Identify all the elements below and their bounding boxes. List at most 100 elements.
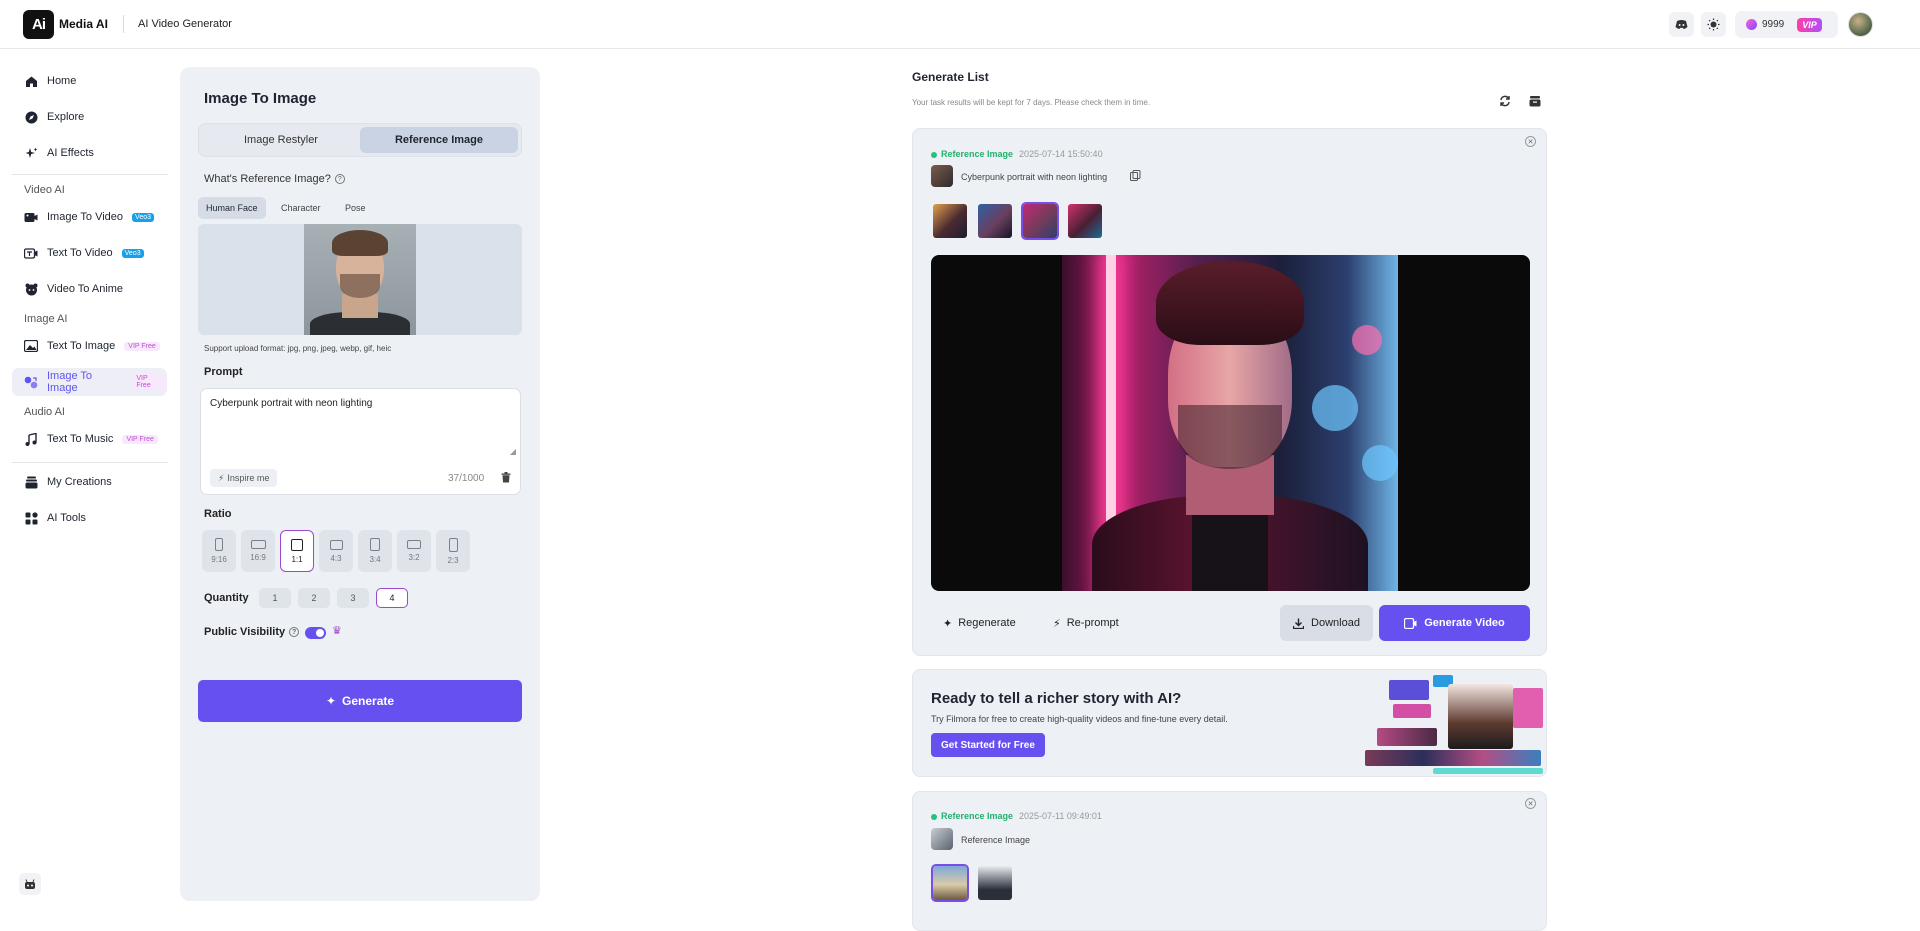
prompt-field[interactable]: Cyberpunk portrait with neon lighting ◢ … xyxy=(200,388,521,495)
robot-icon xyxy=(25,878,35,889)
reference-thumbnail[interactable] xyxy=(931,828,953,850)
promo-text: Try Filmora for free to create high-qual… xyxy=(931,714,1228,724)
result-image-preview[interactable] xyxy=(931,255,1530,591)
theme-toggle-button[interactable] xyxy=(1701,12,1726,37)
mode-image-restyler[interactable]: Image Restyler xyxy=(202,127,360,153)
vip-free-badge: VIP Free xyxy=(124,341,160,351)
tab-human-face[interactable]: Human Face xyxy=(198,197,266,219)
upload-format-hint: Support upload format: jpg, png, jpeg, w… xyxy=(204,344,392,353)
ratio-label-text: 4:3 xyxy=(330,553,342,563)
get-started-button[interactable]: Get Started for Free xyxy=(931,733,1045,757)
ratio-3-2[interactable]: 3:2 xyxy=(397,530,431,572)
anime-face-icon xyxy=(24,282,38,296)
sidebar-item-explore[interactable]: Explore xyxy=(12,103,167,131)
sidebar-item-label: Text To Music xyxy=(47,433,114,445)
quantity-3[interactable]: 3 xyxy=(337,588,369,608)
panel-title: Image To Image xyxy=(204,90,317,107)
header-divider xyxy=(123,15,124,33)
sidebar-item-video-to-anime[interactable]: Video To Anime xyxy=(12,275,167,303)
generate-video-button[interactable]: Generate Video xyxy=(1379,605,1530,641)
result-variant-3[interactable] xyxy=(1021,202,1059,240)
regenerate-button[interactable]: ✦ Regenerate xyxy=(931,605,1028,641)
result-variant-4[interactable] xyxy=(1066,202,1104,240)
sidebar-item-image-to-image[interactable]: Image To Image VIP Free xyxy=(12,368,167,396)
quantity-label: Quantity xyxy=(204,592,249,604)
retention-notice: Your task results will be kept for 7 day… xyxy=(912,98,1151,107)
sidebar-item-text-to-music[interactable]: Text To Music VIP Free xyxy=(12,425,167,453)
ratio-shape-icon xyxy=(370,538,380,551)
tab-pose[interactable]: Pose xyxy=(337,197,374,219)
sidebar-item-ai-tools[interactable]: AI Tools xyxy=(12,504,167,532)
sidebar-item-my-creations[interactable]: My Creations xyxy=(12,468,167,496)
ratio-4-3[interactable]: 4:3 xyxy=(319,530,353,572)
ratio-shape-icon xyxy=(407,540,421,549)
sidebar: Home Explore AI Effects Video AI Image T… xyxy=(0,50,180,919)
music-note-icon xyxy=(24,432,38,446)
refresh-icon xyxy=(1500,95,1510,107)
vip-free-badge: VIP Free xyxy=(122,434,158,444)
generate-button[interactable]: ✦ Generate xyxy=(198,680,522,722)
reference-thumbnail[interactable] xyxy=(931,165,953,187)
section-video-ai: Video AI xyxy=(24,184,65,196)
close-task-button[interactable]: ✕ xyxy=(1525,136,1536,147)
assistant-button[interactable] xyxy=(19,873,41,895)
visibility-toggle[interactable] xyxy=(305,627,326,639)
sidebar-item-ai-effects[interactable]: AI Effects xyxy=(12,139,167,167)
resize-handle-icon[interactable]: ◢ xyxy=(510,447,516,456)
refresh-button[interactable] xyxy=(1499,95,1511,110)
status-dot xyxy=(931,813,937,820)
copy-prompt-button[interactable] xyxy=(1130,170,1141,184)
result-variant-2[interactable] xyxy=(976,864,1014,902)
close-task-button[interactable]: ✕ xyxy=(1525,798,1536,809)
history-button[interactable] xyxy=(1529,95,1541,110)
char-counter: 37/1000 xyxy=(448,473,485,484)
ratio-1-1[interactable]: 1:1 xyxy=(280,530,314,572)
sidebar-item-image-to-video[interactable]: Image To Video Veo3 xyxy=(12,203,167,231)
upload-area[interactable] xyxy=(198,224,522,335)
sidebar-item-text-to-video[interactable]: Text To Video Veo3 xyxy=(12,239,167,267)
result-variant-2[interactable] xyxy=(976,202,1014,240)
section-audio-ai: Audio AI xyxy=(24,406,65,418)
page-title: AI Video Generator xyxy=(138,18,232,30)
inspire-me-button[interactable]: ⚡ Inspire me xyxy=(210,469,278,487)
quantity-4[interactable]: 4 xyxy=(376,588,408,608)
help-icon[interactable]: ? xyxy=(289,627,300,638)
task-type-label: Reference Image xyxy=(941,811,1014,821)
ratio-label-text: 3:2 xyxy=(408,553,420,562)
sidebar-item-home[interactable]: Home xyxy=(12,67,167,95)
ratio-label-text: 16:9 xyxy=(250,553,266,562)
quantity-2[interactable]: 2 xyxy=(298,588,330,608)
image-swap-icon xyxy=(24,375,38,389)
generate-list-title: Generate List xyxy=(912,70,989,84)
text-video-icon xyxy=(24,246,38,260)
brand-name: Media AI xyxy=(59,17,108,31)
help-icon[interactable]: ? xyxy=(334,174,345,185)
user-avatar[interactable] xyxy=(1848,12,1873,37)
reprompt-button[interactable]: ⚡ Re-prompt xyxy=(1041,605,1131,641)
promo-banner: Ready to tell a richer story with AI? Tr… xyxy=(912,669,1547,777)
crown-icon: ♛ xyxy=(332,625,342,637)
mode-reference-image[interactable]: Reference Image xyxy=(360,127,518,153)
ratio-2-3[interactable]: 2:3 xyxy=(436,530,470,572)
app-logo[interactable]: Ai xyxy=(23,10,54,39)
discord-button[interactable] xyxy=(1669,12,1694,37)
sidebar-item-text-to-image[interactable]: Text To Image VIP Free xyxy=(12,332,167,360)
mode-switch: Image Restyler Reference Image xyxy=(198,123,522,157)
result-variant-1[interactable] xyxy=(931,864,969,902)
stack-icon xyxy=(24,475,38,489)
ratio-16-9[interactable]: 16:9 xyxy=(241,530,275,572)
prompt-text[interactable]: Cyberpunk portrait with neon lighting xyxy=(210,398,372,409)
ratio-label-text: 3:4 xyxy=(369,555,381,564)
sparkles-icon xyxy=(24,146,38,160)
download-button[interactable]: Download xyxy=(1280,605,1373,641)
credits-button[interactable]: 9999 VIP xyxy=(1735,11,1838,38)
visibility-label-text: Public Visibility xyxy=(204,626,286,638)
tab-character[interactable]: Character xyxy=(273,197,329,219)
visibility-label: Public Visibility? xyxy=(204,626,300,638)
sidebar-item-label: Video To Anime xyxy=(47,283,124,295)
ratio-3-4[interactable]: 3:4 xyxy=(358,530,392,572)
ratio-9-16[interactable]: 9:16 xyxy=(202,530,236,572)
result-variant-1[interactable] xyxy=(931,202,969,240)
quantity-1[interactable]: 1 xyxy=(259,588,291,608)
clear-prompt-button[interactable] xyxy=(501,472,511,486)
